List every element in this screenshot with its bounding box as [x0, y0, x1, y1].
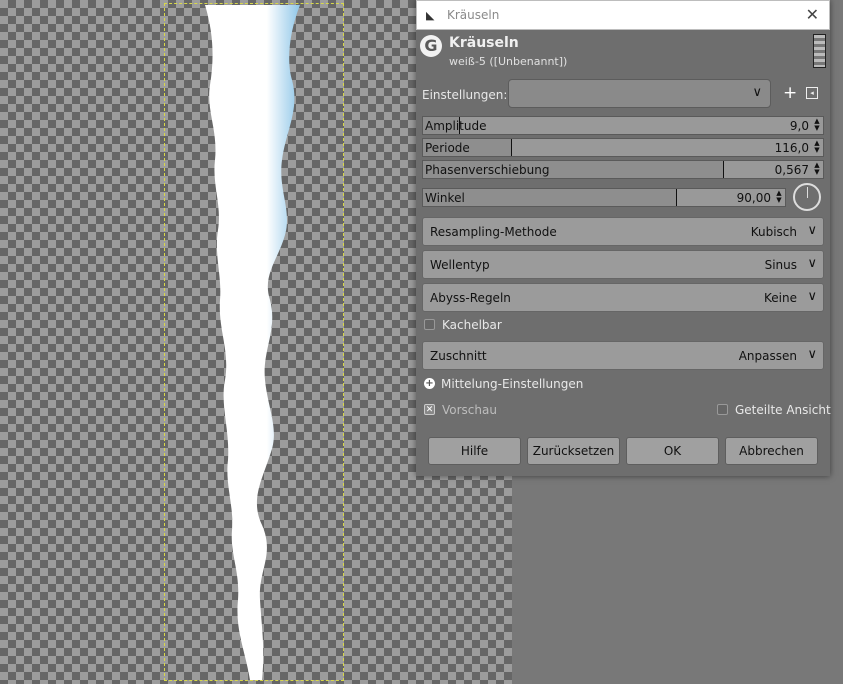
wave-type-value: Sinus: [764, 258, 797, 272]
period-value[interactable]: 116,0: [775, 141, 809, 155]
presets-combo[interactable]: ∨: [508, 79, 771, 108]
spin-arrows-icon[interactable]: ▲ ▼: [812, 140, 822, 155]
wave-type-label: Wellentyp: [430, 258, 490, 272]
period-slider[interactable]: Periode 116,0 ▲ ▼: [422, 138, 824, 157]
phase-shift-slider[interactable]: Phasenverschiebung 0,567 ▲ ▼: [422, 160, 824, 179]
close-icon[interactable]: ✕: [806, 5, 819, 24]
abyss-policy-value: Keine: [764, 291, 797, 305]
abyss-policy-combo[interactable]: Abyss-Regeln Keine ∨: [422, 283, 824, 312]
abyss-policy-label: Abyss-Regeln: [430, 291, 511, 305]
amplitude-slider[interactable]: Amplitude 9,0 ▲ ▼: [422, 116, 824, 135]
angle-slider[interactable]: Winkel 90,00 ▲ ▼: [422, 188, 786, 207]
wave-type-combo[interactable]: Wellentyp Sinus ∨: [422, 250, 824, 279]
plus-icon[interactable]: +: [783, 83, 797, 103]
spin-arrows-icon[interactable]: ▲ ▼: [812, 162, 822, 177]
split-view-box[interactable]: [717, 404, 728, 415]
chevron-down-icon: ∨: [807, 289, 817, 304]
cancel-button[interactable]: Abbrechen: [725, 437, 818, 465]
menu-icon[interactable]: ◂: [806, 87, 818, 99]
spin-arrows-icon[interactable]: ▲ ▼: [812, 118, 822, 133]
phase-shift-value[interactable]: 0,567: [775, 163, 809, 177]
split-view-checkbox[interactable]: Geteilte Ansicht: [717, 402, 831, 420]
preview-box[interactable]: ✕: [424, 404, 435, 415]
presets-label: Einstellungen:: [422, 88, 508, 102]
amplitude-value[interactable]: 9,0: [790, 119, 809, 133]
angle-label: Winkel: [425, 191, 465, 205]
split-view-label: Geteilte Ansicht: [735, 403, 831, 417]
ok-button[interactable]: OK: [626, 437, 719, 465]
layer-thumbnail: [813, 34, 826, 68]
presets-row: Einstellungen: ∨ + ◂: [416, 78, 830, 110]
tileable-label: Kachelbar: [442, 318, 502, 332]
spin-arrows-icon[interactable]: ▲ ▼: [774, 190, 784, 205]
amplitude-label: Amplitude: [425, 119, 487, 133]
dialog-titlebar[interactable]: ◣ Kräuseln ✕: [416, 0, 830, 30]
layer-subtitle: weiß-5 ([Unbenannt]): [449, 55, 568, 68]
clipping-combo[interactable]: Zuschnitt Anpassen ∨: [422, 341, 824, 370]
reset-button[interactable]: Zurücksetzen: [527, 437, 620, 465]
phase-shift-label: Phasenverschiebung: [425, 163, 550, 177]
preview-checkbox[interactable]: ✕ Vorschau: [424, 402, 544, 420]
gimp-wilber-icon: ◣: [426, 9, 435, 22]
chevron-down-icon: ∨: [807, 256, 817, 271]
tileable-checkbox[interactable]: Kachelbar: [424, 317, 544, 335]
dial-needle: [807, 187, 808, 198]
resampling-method-value: Kubisch: [750, 225, 797, 239]
resampling-method-combo[interactable]: Resampling-Methode Kubisch ∨: [422, 217, 824, 246]
help-button[interactable]: Hilfe: [428, 437, 521, 465]
period-label: Periode: [425, 141, 470, 155]
dialog-header: G Kräuseln weiß-5 ([Unbenannt]): [416, 30, 830, 72]
blending-options-label: Mittelung-Einstellungen: [441, 377, 584, 391]
chevron-down-icon: ∨: [752, 85, 762, 100]
gimp-logo-icon: G: [420, 35, 442, 57]
clipping-value: Anpassen: [738, 349, 797, 363]
clipping-label: Zuschnitt: [430, 349, 487, 363]
expand-plus-icon[interactable]: +: [424, 378, 435, 389]
ripple-dialog: ◣ Kräuseln ✕ G Kräuseln weiß-5 ([Unbenan…: [416, 0, 831, 476]
angle-dial-icon[interactable]: [793, 183, 821, 211]
preview-label: Vorschau: [442, 403, 497, 417]
chevron-down-icon: ∨: [807, 347, 817, 362]
resampling-method-label: Resampling-Methode: [430, 225, 557, 239]
filter-title: Kräuseln: [449, 35, 519, 51]
tileable-box[interactable]: [424, 319, 435, 330]
angle-value[interactable]: 90,00: [737, 191, 771, 205]
window-title: Kräuseln: [447, 8, 500, 22]
chevron-down-icon: ∨: [807, 223, 817, 238]
